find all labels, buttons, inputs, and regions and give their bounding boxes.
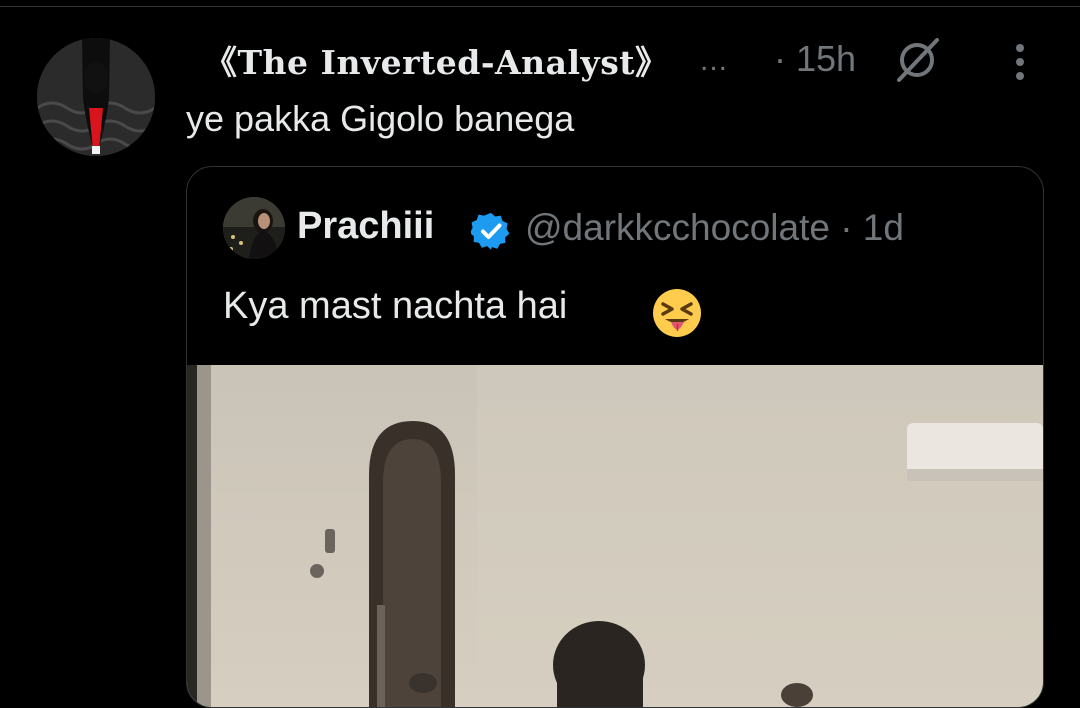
author-name[interactable]: 《The Inverted-Analyst》	[204, 36, 669, 84]
tweet-timestamp[interactable]: · 15h	[774, 38, 856, 80]
more-vertical-icon[interactable]	[1006, 40, 1034, 84]
quoted-author-name[interactable]: Prachiii	[297, 205, 434, 248]
quoted-tweet-video[interactable]	[187, 365, 1043, 707]
quoted-author-avatar[interactable]	[223, 197, 285, 259]
tweet-text: ye pakka Gigolo banega	[186, 98, 575, 139]
squinting-tongue-emoji-icon	[651, 287, 703, 339]
top-divider	[0, 6, 1080, 7]
name-truncation: ...	[700, 44, 729, 77]
quoted-tweet-card[interactable]: Prachiii @darkkcchocolate · 1d Kya mast …	[186, 166, 1044, 708]
quoted-handle-time[interactable]: @darkkcchocolate · 1d	[525, 207, 904, 249]
grok-slash-icon[interactable]	[893, 38, 943, 82]
quoted-tweet-text: Kya mast nachta hai	[223, 285, 568, 327]
verified-badge-icon	[469, 211, 511, 251]
author-avatar[interactable]	[37, 38, 155, 156]
